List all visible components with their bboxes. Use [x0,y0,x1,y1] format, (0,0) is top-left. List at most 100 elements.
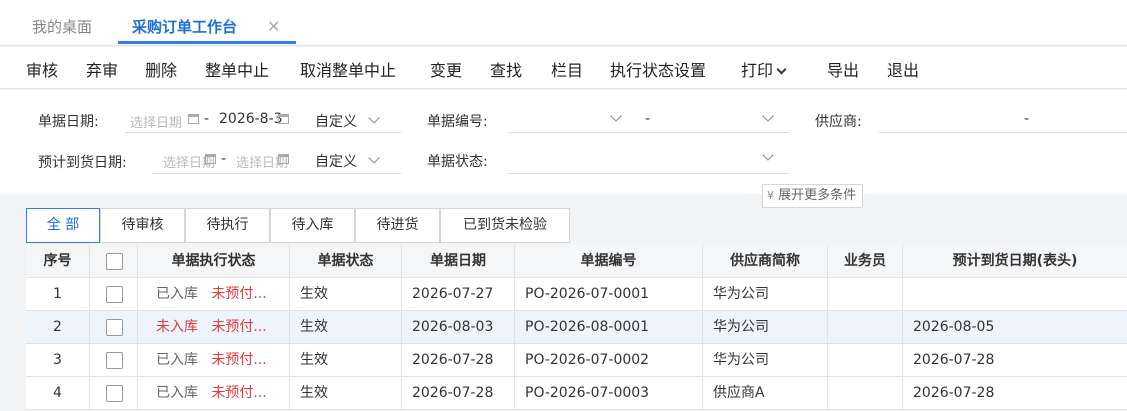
col-header-exec-status[interactable]: 单据执行状态 [138,245,290,277]
col-header-code[interactable]: 单据编号 [515,245,703,277]
cell-supplier: 华为公司 [703,278,828,310]
columns-button[interactable]: 栏目 [551,57,583,81]
doc-date-from-input[interactable]: 选择日期 [130,112,182,131]
chevron-down-icon[interactable] [762,149,774,161]
input-underline [152,173,401,174]
print-label: 打印 [741,61,774,80]
select-all-checkbox[interactable] [106,253,123,270]
exec-status-settings-button[interactable]: 执行状态设置 [610,57,706,81]
cell-exec-status: 已入库 未预付... [138,377,290,409]
supplier-separator: - [1024,111,1030,127]
col-header-eta[interactable]: 预计到货日期(表头) [903,245,1127,277]
calendar-icon[interactable] [278,154,289,164]
table-header: 序号 单据执行状态 单据状态 单据日期 单据编号 供应商简称 业务员 预计到货日… [26,245,1127,278]
prepay-status: 未预付... [211,286,267,302]
input-underline [508,132,789,133]
cell-eta: 2026-07-28 [913,385,995,401]
stock-in-status: 未入库 [156,319,198,335]
status-tab-pending-exec[interactable]: 待执行 [185,208,270,243]
tab-bar: 我的桌面 采购订单工作台 ✕ [0,0,1127,46]
cell-eta [903,278,1127,310]
chevron-down-icon [368,112,380,124]
audit-button[interactable]: 审核 [26,57,58,81]
cancel-suspend-button[interactable]: 取消整单中止 [300,57,396,81]
cell-eta: 2026-07-28 [913,352,995,368]
cell-code: PO-2026-07-0001 [515,278,703,310]
chevron-down-icon[interactable] [762,110,774,122]
status-tab-pending-audit[interactable]: 待审核 [100,208,185,243]
tab-purchase-order-workbench[interactable]: 采购订单工作台 ✕ [118,10,296,44]
row-checkbox[interactable] [106,286,123,303]
cell-code: PO-2026-07-0003 [515,377,703,409]
col-header-clerk[interactable]: 业务员 [828,245,903,277]
range-separator: - [204,111,210,127]
status-tab-bar: 全 部 待审核 待执行 待入库 待进货 已到货未检验 [0,195,1127,245]
table-row[interactable]: 3 已入库 未预付... 生效 2026-07-28 PO-2026-07-00… [26,344,1127,377]
table-row[interactable]: 1 已入库 未预付... 生效 2026-07-27 PO-2026-07-00… [26,278,1127,311]
eta-label: 预计到货日期: [38,155,127,171]
stock-in-status: 已入库 [156,286,198,302]
cell-status: 生效 [290,344,402,376]
cell-clerk [828,278,903,310]
status-tab-all[interactable]: 全 部 [26,208,100,243]
col-header-supplier[interactable]: 供应商简称 [703,245,828,277]
prepay-status: 未预付... [211,352,267,368]
doc-date-mode-select[interactable]: 自定义 [315,111,357,131]
find-button[interactable]: 查找 [490,57,522,81]
col-header-status[interactable]: 单据状态 [290,245,402,277]
cell-code: PO-2026-07-0002 [515,344,703,376]
table-row[interactable]: 4 已入库 未预付... 生效 2026-07-28 PO-2026-07-00… [26,377,1127,410]
calendar-icon[interactable] [188,114,199,124]
delete-button[interactable]: 删除 [145,57,177,81]
cell-clerk [828,377,903,409]
status-tab-pending-purchase[interactable]: 待进货 [355,208,440,243]
cell-no: 2 [26,311,90,343]
filter-panel: 单据日期: 选择日期 - 2026-8-3 自定义 单据编号: - 供应商: -… [0,90,1127,194]
cell-status: 生效 [290,377,402,409]
chevron-down-icon [368,152,380,164]
input-underline [879,132,1127,133]
input-underline [125,132,401,133]
cell-code: PO-2026-08-0001 [515,311,703,343]
suspend-all-button[interactable]: 整单中止 [205,57,269,81]
row-checkbox[interactable] [106,385,123,402]
row-checkbox[interactable] [106,319,123,336]
print-dropdown[interactable]: 打印 [741,57,787,81]
change-button[interactable]: 变更 [430,57,462,81]
cell-status: 生效 [290,311,402,343]
cell-supplier: 华为公司 [703,311,828,343]
cell-no: 1 [26,278,90,310]
chevron-down-icon[interactable] [610,110,622,122]
doc-date-to-input[interactable]: 2026-8-3 [219,111,283,127]
calendar-icon[interactable] [205,154,216,164]
input-underline [508,173,789,174]
status-tab-arrived-uninspected[interactable]: 已到货未检验 [440,208,570,243]
cell-date: 2026-07-28 [402,377,515,409]
cell-status: 生效 [290,278,402,310]
row-checkbox[interactable] [106,352,123,369]
cell-date: 2026-07-28 [402,344,515,376]
status-tab-pending-stock-in[interactable]: 待入库 [270,208,355,243]
exit-button[interactable]: 退出 [887,57,919,81]
prepay-status: 未预付... [211,385,267,401]
cell-exec-status: 已入库 未预付... [138,278,290,310]
stock-in-status: 已入库 [156,352,198,368]
col-header-no: 序号 [26,245,90,277]
cell-eta: 2026-08-05 [913,319,995,335]
calendar-icon[interactable] [278,114,289,124]
unaudit-button[interactable]: 弃审 [86,57,118,81]
cell-supplier: 供应商A [703,377,828,409]
cell-supplier: 华为公司 [703,344,828,376]
doc-no-label: 单据编号: [427,114,488,130]
cell-date: 2026-08-03 [402,311,515,343]
close-icon[interactable]: ✕ [267,10,280,44]
col-header-date[interactable]: 单据日期 [402,245,515,277]
prepay-status: 未预付... [211,319,267,335]
tab-my-desktop[interactable]: 我的桌面 [32,10,92,44]
cell-no: 3 [26,344,90,376]
eta-mode-select[interactable]: 自定义 [315,151,357,171]
table-row[interactable]: 2 未入库 未预付... 生效 2026-08-03 PO-2026-08-00… [26,311,1127,344]
export-button[interactable]: 导出 [827,57,859,81]
stock-in-status: 已入库 [156,385,198,401]
doc-date-label: 单据日期: [38,114,99,130]
